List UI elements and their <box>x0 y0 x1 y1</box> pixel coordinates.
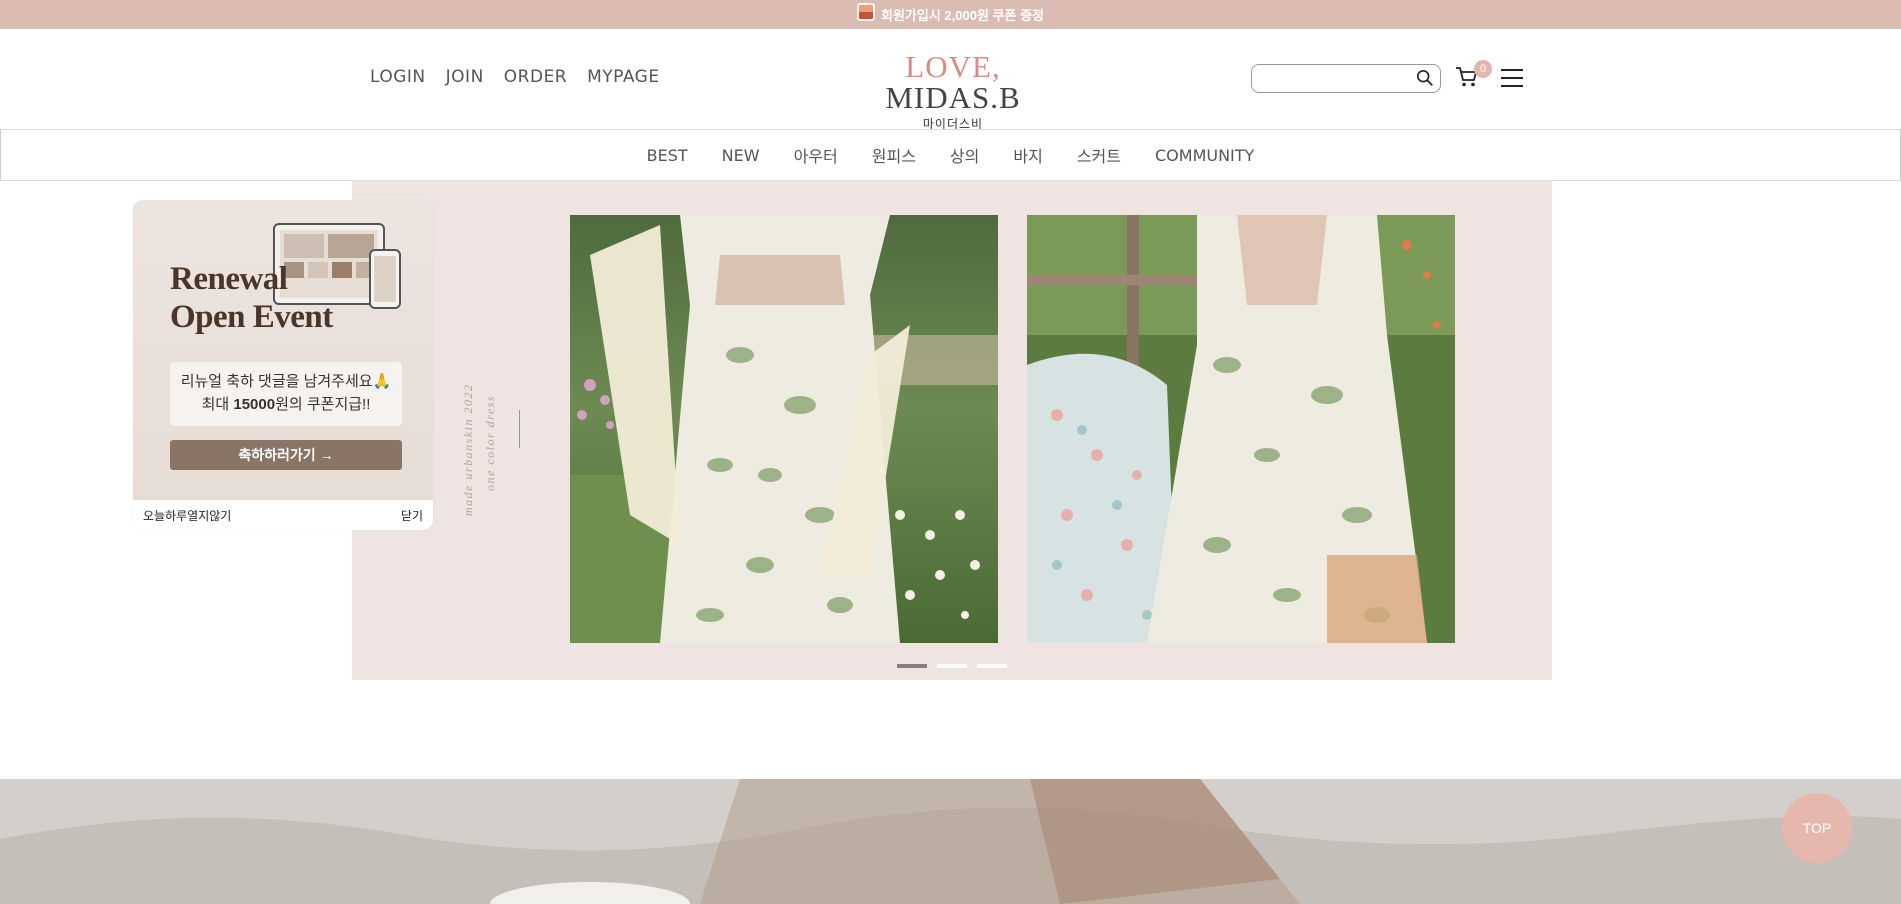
nav-onepiece[interactable]: 원피스 <box>872 143 916 167</box>
login-link[interactable]: LOGIN <box>370 67 426 87</box>
popup-title-line1: Renewal <box>170 261 288 297</box>
nav-best[interactable]: BEST <box>647 146 688 165</box>
mypage-link[interactable]: MYPAGE <box>587 67 659 87</box>
nav-new[interactable]: NEW <box>722 146 760 165</box>
logo-love: LOVE, <box>905 49 1001 84</box>
popup-message-line1: 리뉴얼 축하 댓글을 남겨주세요🙏 <box>180 373 392 390</box>
search-icon[interactable] <box>1416 69 1434 87</box>
order-link[interactable]: ORDER <box>504 67 567 87</box>
hamburger-menu-icon[interactable] <box>1501 69 1523 89</box>
popup-message-line2: 최대 15000원의 쿠폰지급!! <box>201 396 371 413</box>
top-promo-banner[interactable]: 회원가입시 2,000원 쿠폰 증정 <box>0 0 1901 29</box>
nav-pants[interactable]: 바지 <box>1013 143 1042 167</box>
hero-slider[interactable]: made urbanskin 2022 one color dress <box>352 181 1552 680</box>
lower-banner-image <box>0 779 1901 904</box>
popup-title-line2: Open Event <box>170 299 333 335</box>
cart-count-badge: 0 <box>1474 60 1492 78</box>
slider-dot-1[interactable] <box>897 664 927 668</box>
svg-text:made urbanskin 2022: made urbanskin 2022 <box>461 384 475 517</box>
site-logo[interactable]: LOVE, MIDAS.B 마이더스비 <box>838 51 1068 132</box>
popup-footer: 오늘하루열지않기 닫기 <box>133 500 433 530</box>
slider-dot-3[interactable] <box>977 664 1007 668</box>
lower-banner <box>0 779 1901 904</box>
site-header: LOGIN JOIN ORDER MYPAGE LOVE, MIDAS.B 마이… <box>0 29 1901 132</box>
logo-name: MIDAS.B <box>885 80 1021 115</box>
utility-nav: LOGIN JOIN ORDER MYPAGE <box>370 67 680 87</box>
hero-slide-image-2[interactable] <box>1027 215 1455 643</box>
popup-banner[interactable]: Renewal Open Event 리뉴얼 축하 댓글을 남겨주세요🙏 최대 … <box>133 200 433 500</box>
nav-skirt[interactable]: 스커트 <box>1077 143 1121 167</box>
join-link[interactable]: JOIN <box>446 67 484 87</box>
top-banner-text: 회원가입시 2,000원 쿠폰 증정 <box>881 8 1044 23</box>
nav-outer[interactable]: 아우터 <box>794 143 838 167</box>
nav-top[interactable]: 상의 <box>950 143 979 167</box>
search-box <box>1251 64 1441 93</box>
popup-message: 리뉴얼 축하 댓글을 남겨주세요🙏 최대 15000원의 쿠폰지급!! <box>170 362 402 426</box>
slider-pagination <box>897 664 1007 668</box>
search-input[interactable] <box>1260 65 1410 91</box>
celebrate-button[interactable]: 축하하러가기 → <box>170 440 402 470</box>
popup-title: Renewal Open Event <box>170 260 333 336</box>
event-popup: Renewal Open Event 리뉴얼 축하 댓글을 남겨주세요🙏 최대 … <box>133 200 433 530</box>
nav-community[interactable]: COMMUNITY <box>1155 146 1254 165</box>
hero-slide-image-1[interactable] <box>570 215 998 643</box>
category-nav: BEST NEW 아우터 원피스 상의 바지 스커트 COMMUNITY <box>0 129 1901 181</box>
hero-divider <box>519 410 520 448</box>
slider-dot-2[interactable] <box>937 664 967 668</box>
scroll-top-button[interactable]: TOP <box>1782 793 1852 863</box>
popup-close-button[interactable]: 닫기 <box>401 507 423 524</box>
dont-show-today-link[interactable]: 오늘하루열지않기 <box>143 507 231 524</box>
svg-text:one color dress: one color dress <box>483 395 497 491</box>
gift-icon <box>857 2 876 21</box>
hero-vertical-caption: made urbanskin 2022 one color dress <box>461 384 497 517</box>
